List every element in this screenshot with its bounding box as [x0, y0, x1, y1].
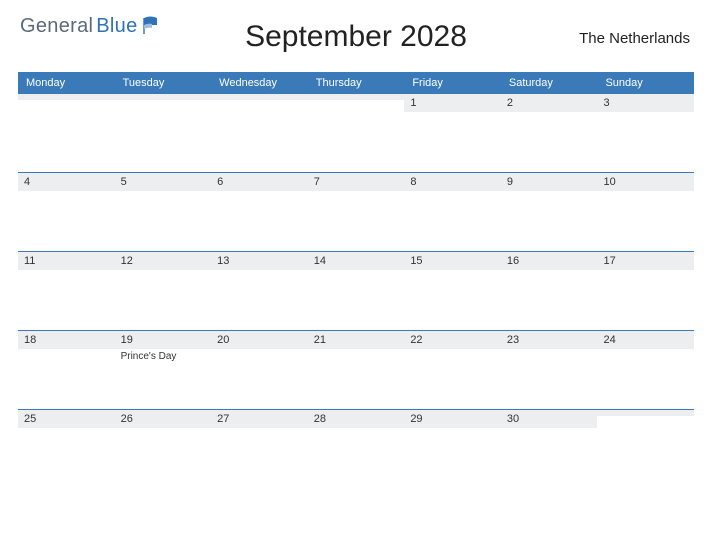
calendar-day-cell: 21 — [308, 331, 405, 409]
day-number: 28 — [308, 410, 405, 428]
day-number: 25 — [18, 410, 115, 428]
calendar-week-row: 252627282930 — [18, 409, 694, 492]
calendar-grid: Monday Tuesday Wednesday Thursday Friday… — [18, 72, 694, 492]
weekday-header: Saturday — [501, 77, 598, 89]
calendar-day-cell — [18, 94, 115, 172]
calendar-day-cell: 16 — [501, 252, 598, 330]
calendar-day-cell: 5 — [115, 173, 212, 251]
calendar-day-cell: 26 — [115, 410, 212, 492]
calendar-day-cell — [597, 410, 694, 492]
day-number: 14 — [308, 252, 405, 270]
calendar-week-row: 45678910 — [18, 172, 694, 251]
calendar-day-cell: 19Prince's Day — [115, 331, 212, 409]
day-number: 27 — [211, 410, 308, 428]
calendar-week-row: 11121314151617 — [18, 251, 694, 330]
calendar-day-cell: 29 — [404, 410, 501, 492]
day-number: 9 — [501, 173, 598, 191]
calendar-day-cell: 4 — [18, 173, 115, 251]
calendar-week-row: 1819Prince's Day2021222324 — [18, 330, 694, 409]
calendar-day-cell — [211, 94, 308, 172]
day-number: 15 — [404, 252, 501, 270]
calendar-day-cell: 23 — [501, 331, 598, 409]
day-number: 21 — [308, 331, 405, 349]
day-number: 16 — [501, 252, 598, 270]
calendar-day-cell: 15 — [404, 252, 501, 330]
day-number — [18, 94, 115, 100]
weekday-header-row: Monday Tuesday Wednesday Thursday Friday… — [18, 72, 694, 94]
calendar-day-cell: 30 — [501, 410, 598, 492]
day-number — [115, 94, 212, 100]
day-number: 4 — [18, 173, 115, 191]
day-number: 6 — [211, 173, 308, 191]
calendar-day-cell: 8 — [404, 173, 501, 251]
weekday-header: Sunday — [597, 77, 694, 89]
calendar-day-cell: 10 — [597, 173, 694, 251]
day-number: 7 — [308, 173, 405, 191]
calendar-day-cell: 12 — [115, 252, 212, 330]
weekday-header: Thursday — [308, 77, 405, 89]
calendar-day-cell: 7 — [308, 173, 405, 251]
calendar-day-cell: 22 — [404, 331, 501, 409]
weekday-header: Wednesday — [211, 77, 308, 89]
calendar-day-cell: 2 — [501, 94, 598, 172]
weeks-container: 12345678910111213141516171819Prince's Da… — [18, 94, 694, 492]
calendar-day-cell: 20 — [211, 331, 308, 409]
calendar-day-cell: 3 — [597, 94, 694, 172]
weekday-header: Tuesday — [115, 77, 212, 89]
day-number: 19 — [115, 331, 212, 349]
weekday-header: Monday — [18, 77, 115, 89]
calendar-day-cell: 11 — [18, 252, 115, 330]
day-number: 10 — [597, 173, 694, 191]
calendar-day-cell: 27 — [211, 410, 308, 492]
day-number: 29 — [404, 410, 501, 428]
calendar-day-cell: 25 — [18, 410, 115, 492]
day-number: 11 — [18, 252, 115, 270]
calendar-week-row: 123 — [18, 94, 694, 172]
calendar-day-cell: 24 — [597, 331, 694, 409]
day-number: 23 — [501, 331, 598, 349]
calendar-day-cell: 28 — [308, 410, 405, 492]
calendar-day-cell: 14 — [308, 252, 405, 330]
day-number: 5 — [115, 173, 212, 191]
day-number — [211, 94, 308, 100]
day-number: 24 — [597, 331, 694, 349]
day-number: 22 — [404, 331, 501, 349]
day-number: 2 — [501, 94, 598, 112]
region-label: The Netherlands — [579, 30, 690, 47]
day-number: 13 — [211, 252, 308, 270]
calendar-day-cell: 13 — [211, 252, 308, 330]
calendar-day-cell — [308, 94, 405, 172]
calendar-day-cell: 6 — [211, 173, 308, 251]
calendar-day-cell: 17 — [597, 252, 694, 330]
day-number: 18 — [18, 331, 115, 349]
day-number — [308, 94, 405, 100]
day-number: 1 — [404, 94, 501, 112]
day-number: 20 — [211, 331, 308, 349]
day-number: 12 — [115, 252, 212, 270]
weekday-header: Friday — [404, 77, 501, 89]
day-event: Prince's Day — [121, 349, 206, 362]
day-number — [597, 410, 694, 416]
day-number: 26 — [115, 410, 212, 428]
day-number: 17 — [597, 252, 694, 270]
calendar-day-cell: 9 — [501, 173, 598, 251]
calendar-day-cell: 18 — [18, 331, 115, 409]
day-number: 3 — [597, 94, 694, 112]
calendar-header: General Blue September 2028 The Netherla… — [18, 12, 694, 68]
day-number: 8 — [404, 173, 501, 191]
calendar-day-cell: 1 — [404, 94, 501, 172]
day-number: 30 — [501, 410, 598, 428]
calendar-day-cell — [115, 94, 212, 172]
